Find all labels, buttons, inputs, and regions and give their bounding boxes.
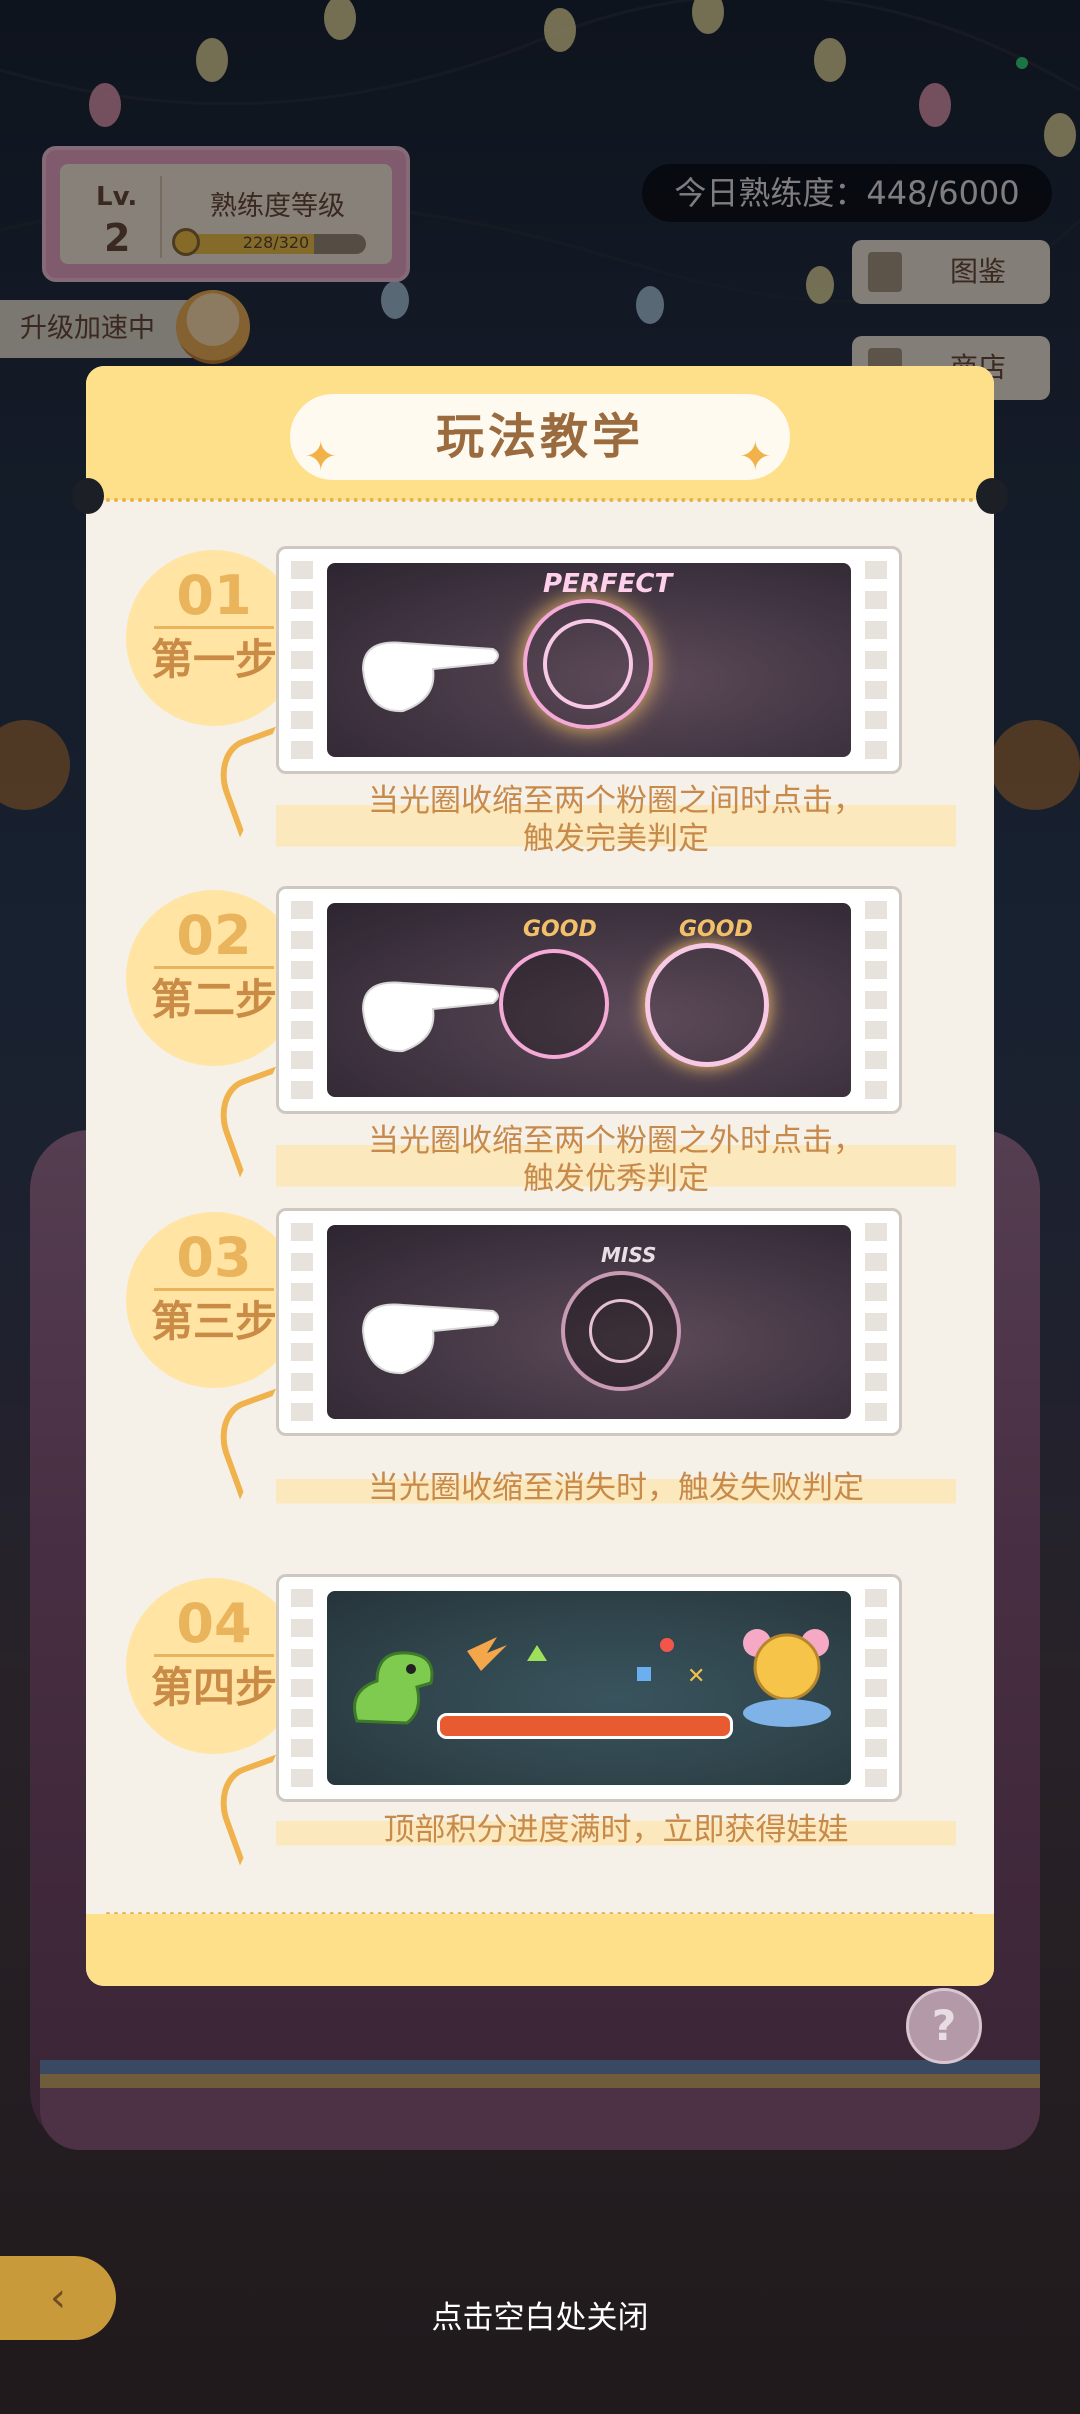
step-illustration-3: MISS <box>276 1208 902 1436</box>
film-strip-left <box>291 1223 313 1421</box>
modal-notch-left <box>72 478 104 514</box>
step-illustration-2: GOOD GOOD <box>276 886 902 1114</box>
film-strip-left <box>291 901 313 1099</box>
help-button[interactable]: ? <box>906 1988 982 2064</box>
judge-label-good: GOOD <box>679 917 753 942</box>
modal-footer <box>86 1914 994 1986</box>
step-description-line: 当光圈收缩至两个粉圈之外时点击， <box>368 1123 864 1159</box>
modal-title: 玩法教学 <box>435 409 644 465</box>
floating-notes-icon: ✕ <box>467 1637 705 1689</box>
scene-background: PERFECT <box>327 563 851 757</box>
film-strip-left <box>291 1589 313 1787</box>
modal-title-pill: ✦ 玩法教学 ✦ <box>290 394 790 480</box>
modal-header: ✦ 玩法教学 ✦ <box>86 366 994 500</box>
film-strip-right <box>865 561 887 759</box>
judge-label-good: GOOD <box>523 917 597 942</box>
step-description-4: 顶部积分进度满时，立即获得娃娃 <box>276 1808 956 1852</box>
close-hint[interactable]: 点击空白处关闭 <box>0 2292 1080 2337</box>
scene-background: GOOD GOOD <box>327 903 851 1097</box>
step-description-line: 当光圈收缩至两个粉圈之间时点击， <box>368 783 864 819</box>
miss-ring-inner <box>589 1299 653 1363</box>
scene-background: MISS <box>327 1225 851 1419</box>
sparkle-icon: ✦ <box>304 434 342 480</box>
modal-notch-right <box>976 478 1008 514</box>
score-progress-bar <box>437 1713 733 1739</box>
step-illustration-1: PERFECT <box>276 546 902 774</box>
step-description-2: 当光圈收缩至两个粉圈之外时点击， 触发优秀判定 <box>276 1122 956 1198</box>
inner-pink-ring <box>543 619 633 709</box>
step-description-1: 当光圈收缩至两个粉圈之间时点击， 触发完美判定 <box>276 782 956 858</box>
step-description-line: 顶部积分进度满时，立即获得娃娃 <box>383 1812 849 1848</box>
step-description-line: 当光圈收缩至消失时，触发失败判定 <box>368 1470 864 1506</box>
header-dotted-divider <box>106 498 974 502</box>
film-strip-right <box>865 1589 887 1787</box>
film-strip-right <box>865 1223 887 1421</box>
pointing-hand-icon <box>361 641 499 713</box>
svg-text:✕: ✕ <box>687 1664 705 1689</box>
film-strip-right <box>865 901 887 1099</box>
film-strip-left <box>291 561 313 759</box>
good-ring-right <box>645 943 769 1067</box>
good-ring-left <box>499 949 609 1059</box>
step-description-line: 触发优秀判定 <box>523 1161 709 1197</box>
step-description-line: 触发完美判定 <box>523 821 709 857</box>
tutorial-modal: ✦ 玩法教学 ✦ 01 第一步 PERFECT 当光圈收缩至两个粉圈之间时点击，… <box>86 366 994 1986</box>
scene-background: ✕ <box>327 1591 851 1785</box>
step-description-3: 当光圈收缩至消失时，触发失败判定 <box>276 1466 956 1510</box>
pointing-hand-icon <box>361 1303 499 1375</box>
judge-label-miss: MISS <box>601 1243 657 1267</box>
bear-doll-icon <box>743 1629 831 1727</box>
judge-label-perfect: PERFECT <box>543 569 673 599</box>
step-illustration-4: ✕ <box>276 1574 902 1802</box>
sparkle-icon: ✦ <box>738 434 776 480</box>
pointing-hand-icon <box>361 981 499 1053</box>
